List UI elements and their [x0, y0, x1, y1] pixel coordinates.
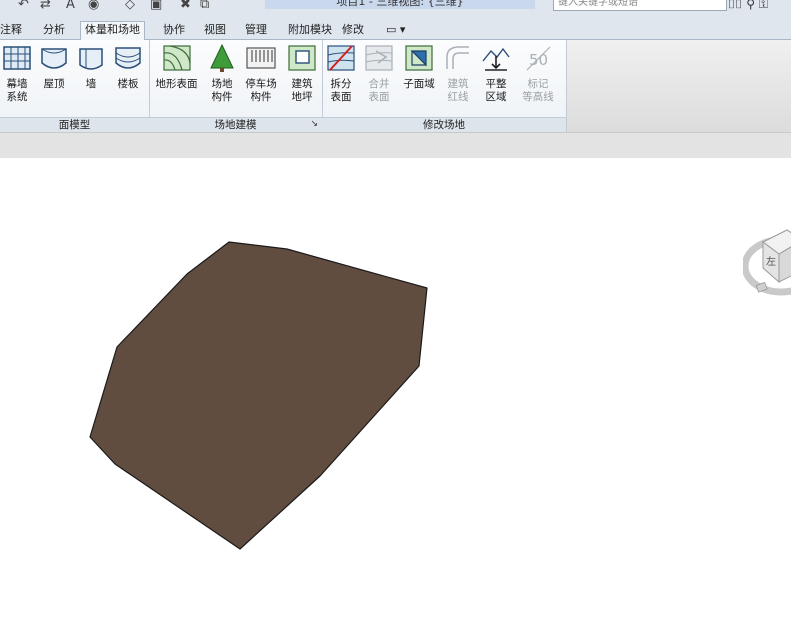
parking-component-icon [246, 47, 276, 69]
panel-expand-arrow-icon[interactable]: ↘ [310, 117, 318, 131]
options-bar [0, 132, 791, 159]
section-icon[interactable]: ◇ [125, 0, 135, 12]
curtain-system-label: 幕墙 系统 [6, 78, 28, 103]
subregion-label: 子面域 [403, 78, 435, 90]
undo-icon[interactable]: ↶ [18, 0, 29, 12]
tab-addins[interactable]: 附加模块 [284, 22, 336, 38]
label-contours-button[interactable]: 50 标记 等高线 [516, 40, 560, 116]
graded-region-button[interactable]: 平整 区域 [476, 40, 516, 116]
building-pad-label: 建筑 地坪 [291, 78, 313, 103]
view-3d-icon[interactable]: ◉ [88, 0, 99, 12]
measure-icon[interactable]: ⇄ [40, 0, 51, 12]
merge-surfaces-button[interactable]: 合并 表面 [360, 40, 398, 116]
graded-region-label: 平整 区域 [485, 78, 507, 103]
roof-icon [41, 48, 67, 69]
site-component-label: 场地 构件 [211, 78, 233, 103]
wall-icon [79, 48, 103, 70]
panel-title-face-model: 面模型 [0, 117, 149, 132]
panel-face-model: 幕墙 系统 屋顶 墙 楼板 面模型 [0, 40, 150, 132]
tab-analyze[interactable]: 分析 [39, 22, 69, 38]
property-line-button[interactable]: 建筑 红线 [440, 40, 476, 116]
tab-view[interactable]: 视图 [200, 22, 230, 38]
split-surface-label: 拆分 表面 [330, 78, 352, 103]
building-pad-icon [288, 45, 316, 71]
split-surface-icon [327, 45, 355, 71]
document-title: 项目1 - 三维视图: {三维} [265, 0, 535, 9]
title-bar: ↶ ⇄ A ◉ ◇ ▣ ✖ ⧉ 项目1 - 三维视图: {三维} 键入关键字或短… [0, 0, 791, 21]
property-line-label: 建筑 红线 [447, 78, 469, 103]
site-component-icon [210, 43, 234, 72]
toposurface-3d-view [89, 241, 428, 550]
merge-surfaces-icon [365, 45, 393, 71]
curtain-system-icon [3, 46, 31, 70]
view-canvas[interactable]: 左 [0, 158, 791, 622]
wall-label: 墙 [85, 78, 97, 90]
subregion-button[interactable]: 子面域 [398, 40, 440, 116]
floor-button[interactable]: 楼板 [108, 40, 148, 116]
roof-button[interactable]: 屋顶 [34, 40, 74, 116]
property-line-icon [446, 46, 469, 69]
svg-text:50: 50 [529, 51, 548, 69]
parking-component-label: 停车场 构件 [245, 78, 277, 103]
tab-massing-site[interactable]: 体量和场地 [80, 21, 145, 40]
text-icon[interactable]: A [66, 0, 75, 12]
infocenter-icons[interactable]: ⌷⌷ ⚲ ⚿ [728, 0, 768, 12]
ribbon-empty-area [566, 40, 791, 132]
ribbon-tabs: 注释 分析 体量和场地 协作 视图 管理 附加模块 修改 ▭ ▾ [0, 20, 791, 40]
toposurface-icon [162, 45, 191, 71]
site-component-button[interactable]: 场地 构件 [204, 40, 240, 116]
tab-annotate[interactable]: 注释 [0, 22, 26, 38]
panel-title-site-modeling-text: 场地建模 [214, 119, 257, 131]
toposurface-label: 地形表面 [155, 78, 198, 90]
parking-component-button[interactable]: 停车场 构件 [240, 40, 282, 116]
label-contours-icon: 50 [526, 46, 551, 71]
panel-site-modeling: 地形表面 场地 构件 停车场 构件 建筑 地坪 场地建模 ↘ [149, 40, 323, 132]
panel-modify-site: 拆分 表面 合并 表面 子面域 建筑 红线 平整 区域 50 标记 等高线 修改… [322, 40, 567, 132]
floor-icon [115, 47, 141, 69]
building-pad-button[interactable]: 建筑 地坪 [282, 40, 322, 116]
tab-manage[interactable]: 管理 [241, 22, 271, 38]
thin-lines-icon[interactable]: ▣ [150, 0, 162, 12]
roof-label: 屋顶 [43, 78, 65, 90]
switch-window-icon[interactable]: ⧉ [200, 0, 209, 12]
tab-collaborate[interactable]: 协作 [159, 22, 189, 38]
merge-surfaces-label: 合并 表面 [368, 78, 390, 103]
toposurface-button[interactable]: 地形表面 [149, 40, 204, 116]
panel-title-site-modeling: 场地建模 ↘ [149, 117, 322, 132]
viewcube-face-label: 左 [766, 255, 776, 268]
viewcube[interactable]: 左 [741, 220, 791, 313]
floor-label: 楼板 [117, 78, 139, 90]
viewcube-icon: 左 [741, 229, 791, 296]
panel-title-modify-site: 修改场地 [322, 117, 566, 132]
close-hidden-icon[interactable]: ✖ [180, 0, 191, 12]
tab-modify[interactable]: 修改 [338, 22, 368, 38]
graded-region-icon [482, 47, 510, 71]
curtain-system-button[interactable]: 幕墙 系统 [0, 40, 34, 116]
tab-overflow-menu[interactable]: ▭ ▾ [382, 22, 409, 38]
toposurface-shape[interactable] [89, 241, 428, 550]
search-input[interactable]: 键入关键字或短语 [553, 0, 727, 11]
split-surface-button[interactable]: 拆分 表面 [322, 40, 360, 116]
label-contours-label: 标记 等高线 [522, 78, 554, 103]
wall-button[interactable]: 墙 [74, 40, 108, 116]
subregion-icon [405, 45, 433, 71]
